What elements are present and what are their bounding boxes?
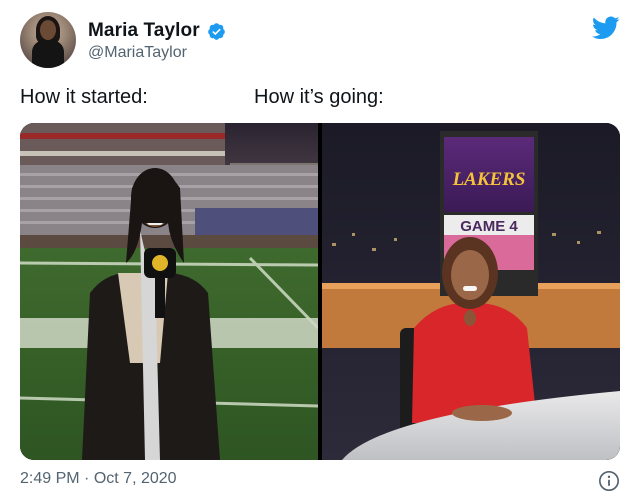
timestamp-separator: · xyxy=(84,470,90,487)
stadium-photo-image xyxy=(20,123,318,460)
timestamp[interactable]: 2:49 PM · Oct 7, 2020 xyxy=(20,470,177,488)
studio-photo-image: LAKERS GAME 4 xyxy=(322,123,620,460)
verified-badge-icon xyxy=(208,23,225,40)
photo-how-its-going[interactable]: LAKERS GAME 4 xyxy=(322,123,620,460)
tweet-date: Oct 7, 2020 xyxy=(93,470,177,487)
game-banner-text: GAME 4 xyxy=(460,218,518,235)
avatar[interactable] xyxy=(20,12,76,68)
tweet-text-left: How it started: xyxy=(20,86,148,108)
twitter-bird-icon[interactable] xyxy=(592,16,620,40)
lakers-logo-text: LAKERS xyxy=(452,169,526,190)
tweet-card: Maria Taylor @MariaTaylor How it started… xyxy=(0,0,640,502)
tweet-time: 2:49 PM xyxy=(20,470,80,487)
photo-how-it-started[interactable] xyxy=(20,123,318,460)
avatar-dress xyxy=(32,40,64,68)
avatar-face xyxy=(40,20,56,40)
info-icon[interactable] xyxy=(598,470,620,492)
tweet-text-right: How it’s going: xyxy=(254,86,384,108)
media-grid[interactable]: LAKERS GAME 4 xyxy=(20,123,620,460)
display-name[interactable]: Maria Taylor xyxy=(88,20,200,42)
handle[interactable]: @MariaTaylor xyxy=(88,44,187,62)
